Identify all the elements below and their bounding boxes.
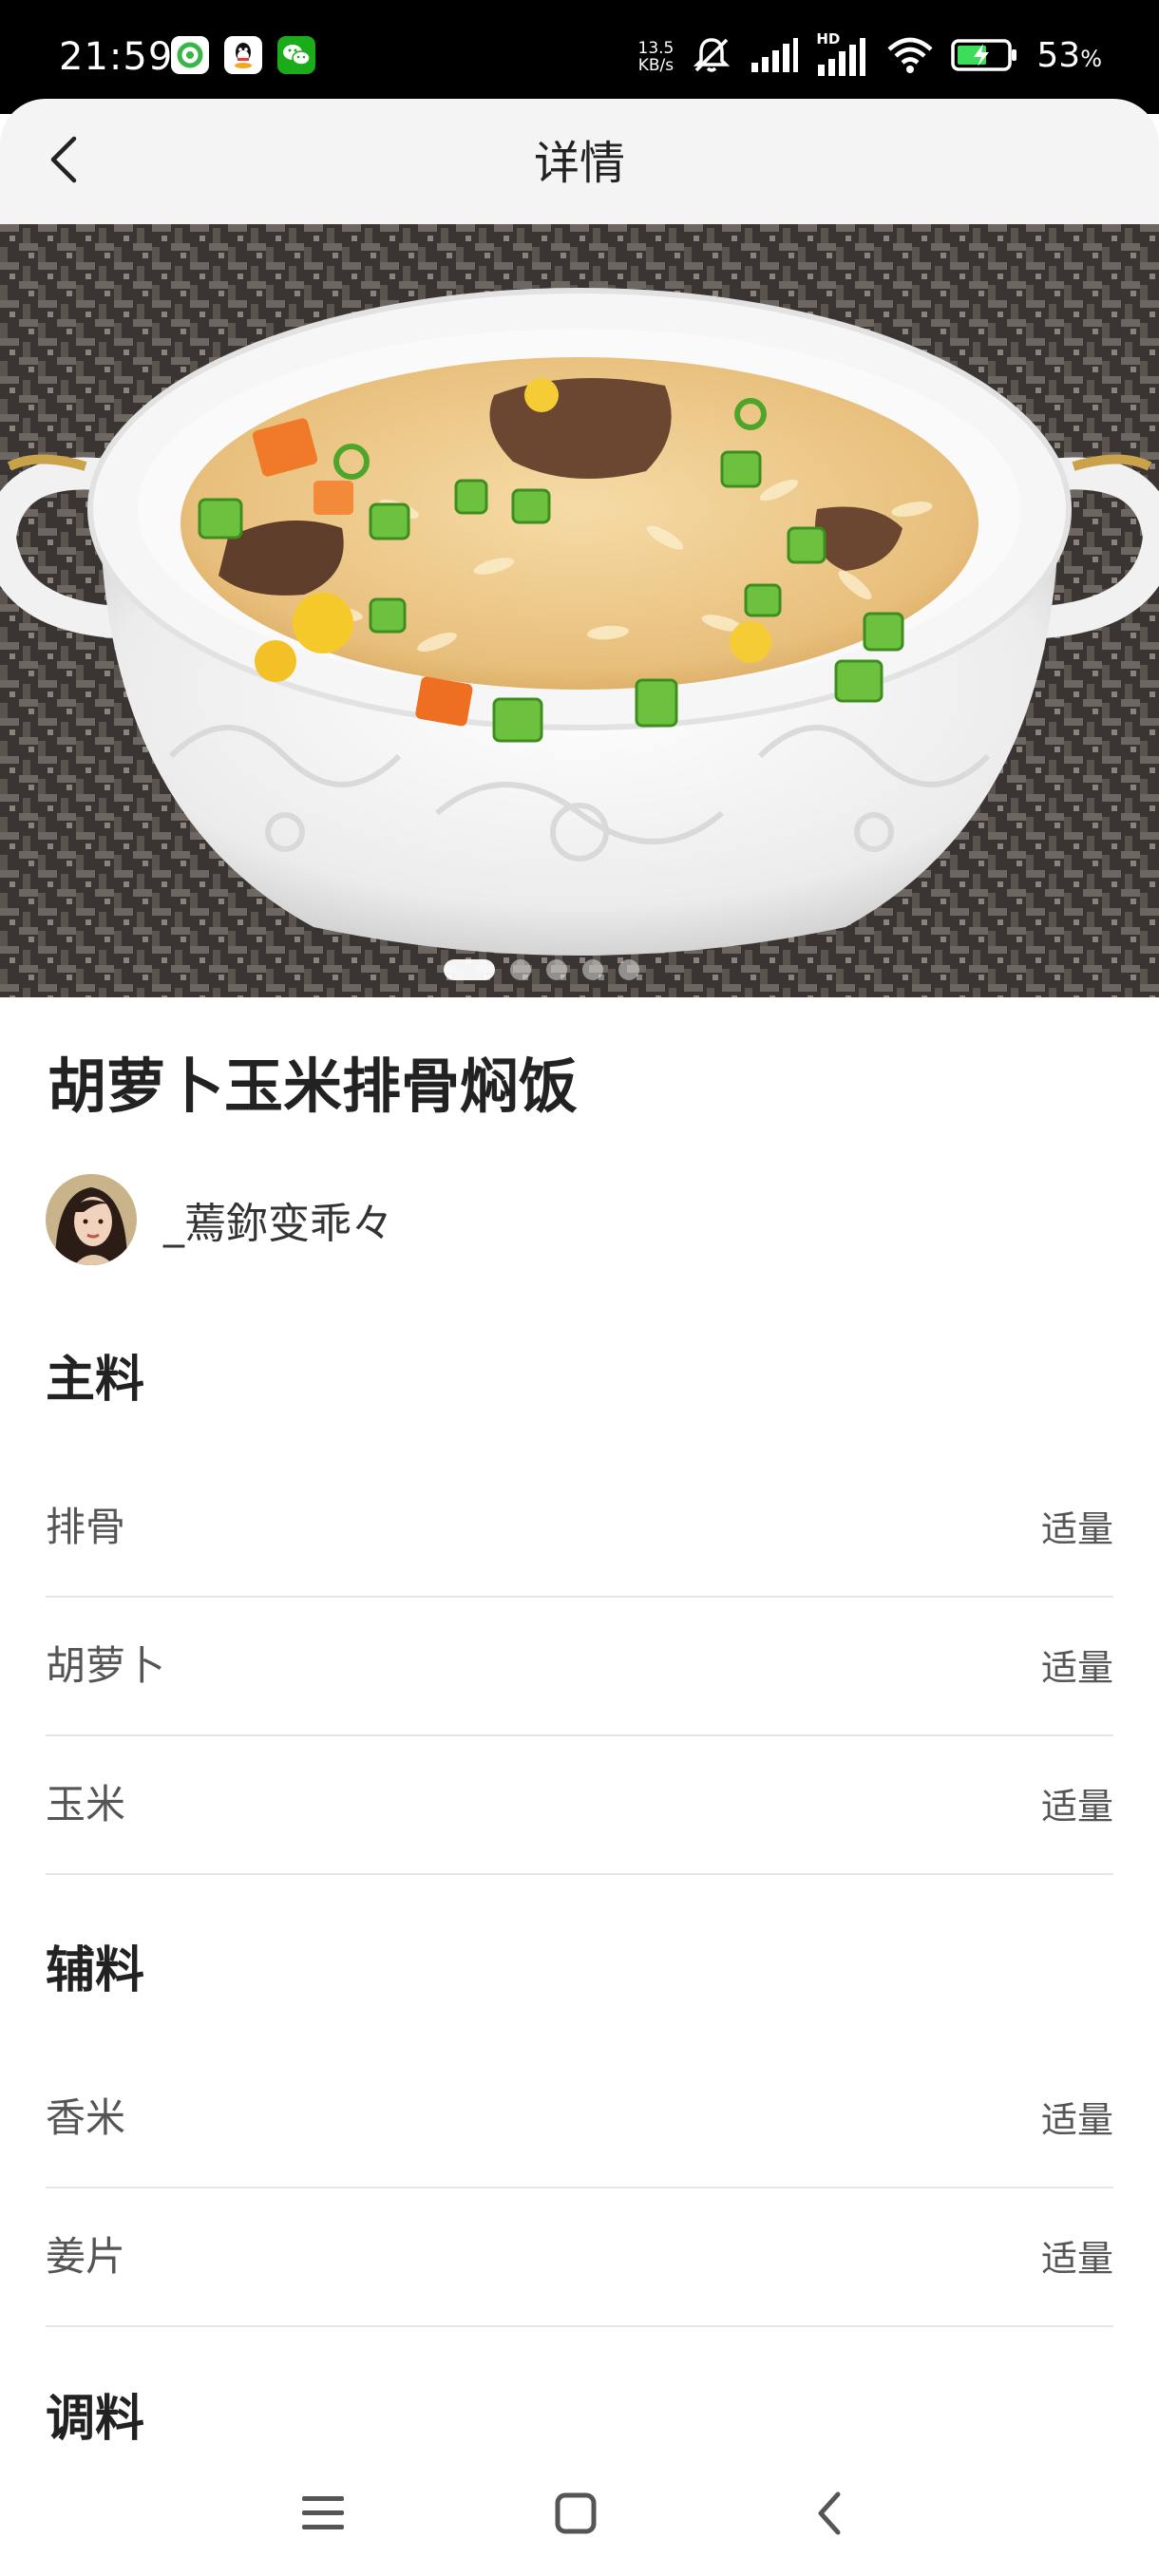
carousel-indicator[interactable] xyxy=(0,959,1121,980)
avatar-photo xyxy=(46,1174,137,1265)
ingredient-row: 香米 适量 xyxy=(46,2050,1113,2188)
menu-lines-icon xyxy=(302,2496,344,2529)
ingredient-name: 玉米 xyxy=(46,1781,126,1828)
author-avatar[interactable] xyxy=(46,1174,137,1265)
ingredient-row: 排骨 适量 xyxy=(46,1459,1113,1598)
green-swirl-app-icon xyxy=(171,36,209,74)
section-title-main-ingredients: 主料 xyxy=(46,1352,145,1409)
carousel-dot-4[interactable] xyxy=(582,959,603,980)
section-title-auxiliary-ingredients: 辅料 xyxy=(46,1942,145,1999)
carousel-dot-5[interactable] xyxy=(618,959,639,980)
app-header: 详情 xyxy=(0,99,1159,224)
author-row[interactable]: _蔫鉨变乖々 xyxy=(46,1174,441,1265)
ingredient-amount: 适量 xyxy=(1040,1647,1113,1689)
ingredient-name: 姜片 xyxy=(46,2233,126,2280)
carousel-dot-1[interactable] xyxy=(444,959,495,980)
status-bar: 21:59 13.5 KB/s HD 53% xyxy=(0,0,1159,114)
recipe-title: 胡萝卜玉米排骨焖饭 xyxy=(48,1051,579,1121)
ingredient-amount: 适量 xyxy=(1040,1786,1113,1828)
author-name[interactable]: _蔫鉨变乖々 xyxy=(163,1189,393,1250)
battery-percent: 53% xyxy=(1036,33,1102,82)
wechat-icon xyxy=(277,36,315,74)
wifi-icon xyxy=(886,36,934,78)
square-home-icon xyxy=(555,2492,597,2534)
ingredient-row: 玉米 适量 xyxy=(46,1736,1113,1875)
status-time: 21:59 xyxy=(59,35,174,79)
network-speed: 13.5 KB/s xyxy=(638,40,674,74)
system-back-button[interactable] xyxy=(796,2479,864,2548)
network-speed-unit: KB/s xyxy=(637,56,674,75)
battery-charging-icon xyxy=(951,38,1019,76)
qq-icon xyxy=(224,36,262,74)
battery-percent-value: 53 xyxy=(1036,35,1081,75)
recent-apps-button[interactable] xyxy=(289,2479,357,2548)
ingredient-row: 姜片 适量 xyxy=(46,2188,1113,2327)
hd-cell-signal-icon: HD xyxy=(816,30,869,78)
page-title: 详情 xyxy=(533,137,625,190)
status-indicators: 13.5 KB/s HD 53% xyxy=(638,30,1102,82)
carousel-dot-2[interactable] xyxy=(510,959,531,980)
ingredient-name: 香米 xyxy=(46,2094,126,2141)
system-navigation-bar xyxy=(0,2449,1159,2576)
network-speed-value: 13.5 xyxy=(637,39,674,58)
ingredient-name: 排骨 xyxy=(46,1504,126,1550)
muted-bell-icon xyxy=(691,34,732,80)
section-title-seasonings: 调料 xyxy=(46,2391,145,2448)
ingredient-name: 胡萝卜 xyxy=(46,1642,166,1689)
recipe-detail-screen: 21:59 13.5 KB/s HD 53% 详情 胡萝卜玉米排骨焖饭 _蔫鉨变… xyxy=(0,0,1159,2576)
home-button[interactable] xyxy=(542,2479,610,2548)
ingredient-amount: 适量 xyxy=(1040,2099,1113,2141)
cell-signal-icon xyxy=(750,36,799,78)
fried-rice-bowl-photo xyxy=(0,224,1159,997)
chevron-left-icon xyxy=(818,2491,841,2535)
recipe-hero-image[interactable] xyxy=(0,224,1159,997)
ingredient-amount: 适量 xyxy=(1040,2238,1113,2280)
battery-percent-unit: % xyxy=(1080,45,1102,72)
ingredient-row: 胡萝卜 适量 xyxy=(46,1598,1113,1736)
ingredient-amount: 适量 xyxy=(1040,1508,1113,1550)
carousel-dot-3[interactable] xyxy=(546,959,567,980)
